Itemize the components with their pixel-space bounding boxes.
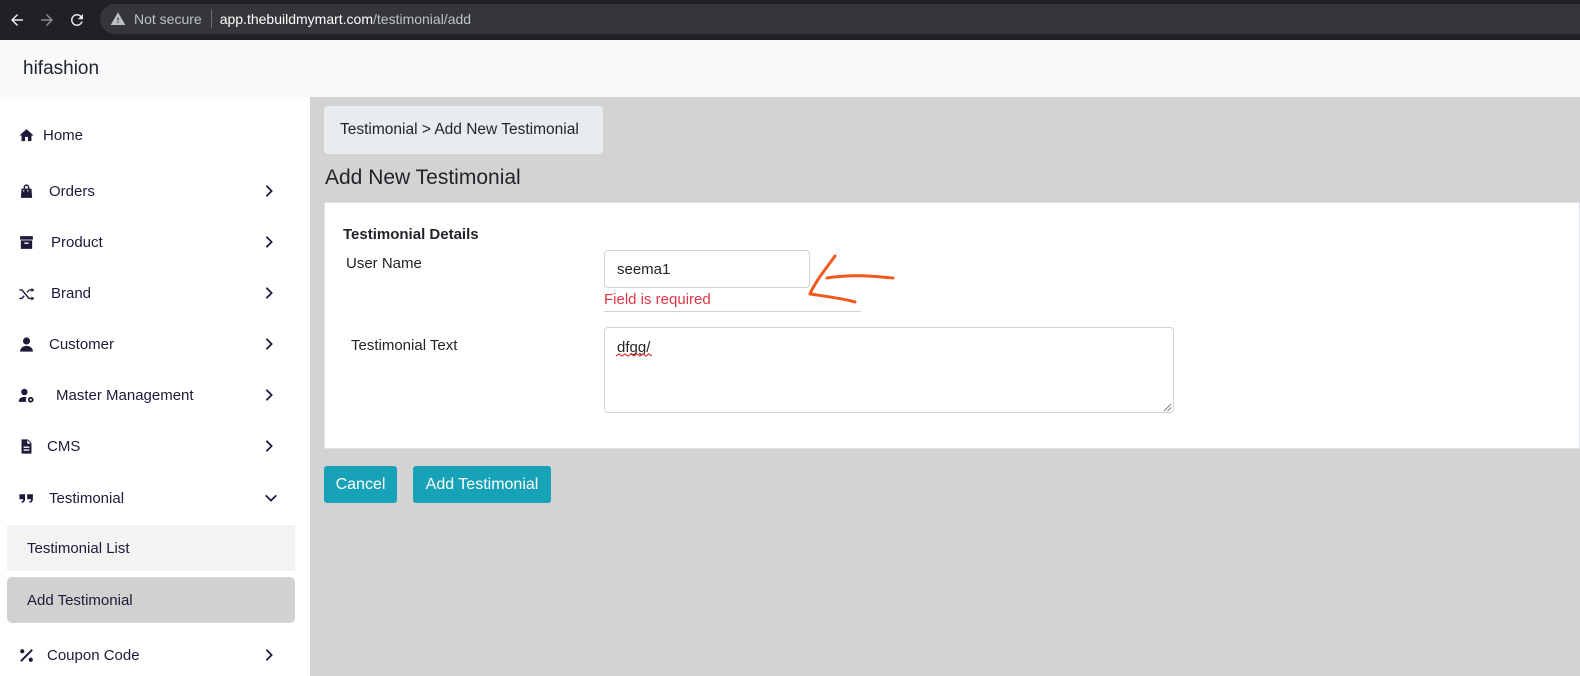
browser-toolbar: Not secure app.thebuildmymart.com /testi… — [0, 0, 1580, 40]
user-name-input[interactable] — [604, 250, 810, 288]
user-name-label: User Name — [346, 255, 422, 272]
user-icon — [17, 335, 35, 353]
shopping-bag-icon — [17, 182, 35, 200]
spellcheck-underline — [616, 353, 652, 357]
app-header: hifashion — [0, 40, 1580, 97]
address-bar[interactable]: Not secure app.thebuildmymart.com /testi… — [100, 4, 1580, 34]
sidebar-item-customer[interactable]: Customer — [0, 324, 300, 364]
sidebar-item-testimonial[interactable]: Testimonial — [0, 478, 300, 518]
page-title: Add New Testimonial — [325, 166, 521, 189]
sidebar-item-label: Home — [43, 126, 84, 144]
add-testimonial-button[interactable]: Add Testimonial — [413, 466, 551, 503]
sidebar-item-brand[interactable]: Brand — [0, 273, 300, 313]
url-path: /testimonial/add — [373, 11, 472, 27]
chevron-down-icon — [264, 491, 278, 505]
arrow-left-icon — [11, 14, 23, 26]
reload-button[interactable] — [64, 7, 90, 33]
sidebar-item-label: CMS — [47, 437, 81, 455]
reload-icon — [70, 13, 83, 26]
chevron-right-icon — [262, 184, 276, 198]
chevron-right-icon — [262, 439, 276, 453]
sidebar: Home Orders Product Brand Customer Maste… — [0, 97, 310, 676]
warning-icon — [110, 12, 126, 25]
url-host: app.thebuildmymart.com — [219, 11, 373, 27]
quote-icon — [17, 489, 35, 507]
sidebar-item-coupon-code[interactable]: Coupon Code — [0, 635, 300, 675]
user-cog-icon — [17, 386, 35, 404]
file-icon — [17, 437, 35, 455]
home-icon — [17, 126, 35, 144]
chevron-right-icon — [262, 388, 276, 402]
brand-name[interactable]: hifashion — [23, 58, 99, 80]
testimonial-form-card: Testimonial Details User Name Field is r… — [324, 202, 1580, 449]
section-title: Testimonial Details — [343, 226, 479, 243]
security-label: Not secure — [134, 11, 202, 27]
sidebar-item-cms[interactable]: CMS — [0, 426, 300, 466]
sidebar-item-label: Product — [51, 233, 103, 251]
shuffle-icon — [17, 284, 35, 302]
chevron-right-icon — [262, 286, 276, 300]
testimonial-text-input[interactable]: dfgg/ — [604, 327, 1174, 413]
testimonial-text-label: Testimonial Text — [351, 337, 458, 354]
back-button[interactable] — [4, 7, 30, 33]
cancel-button[interactable]: Cancel — [324, 466, 397, 503]
url-divider — [210, 10, 212, 28]
sidebar-item-label: Coupon Code — [47, 646, 140, 664]
breadcrumb[interactable]: Testimonial > Add New Testimonial — [324, 106, 603, 154]
percent-icon — [17, 646, 35, 664]
sidebar-item-label: Testimonial — [49, 489, 125, 507]
sidebar-subitem-add-testimonial[interactable]: Add Testimonial — [7, 577, 295, 623]
sidebar-item-label: Orders — [49, 182, 95, 200]
sidebar-subitem-testimonial-list[interactable]: Testimonial List — [7, 525, 295, 571]
resize-grip-icon[interactable] — [1163, 403, 1172, 412]
chevron-right-icon — [262, 648, 276, 662]
user-name-error: Field is required — [604, 291, 711, 308]
sidebar-item-label: Master Management — [56, 386, 194, 404]
forward-button[interactable] — [34, 7, 60, 33]
chevron-right-icon — [262, 337, 276, 351]
archive-icon — [17, 233, 35, 251]
annotation-arrow-icon — [808, 254, 895, 304]
sidebar-item-orders[interactable]: Orders — [0, 171, 300, 211]
arrow-right-icon — [41, 14, 53, 26]
sidebar-item-product[interactable]: Product — [0, 222, 300, 262]
sidebar-item-master-management[interactable]: Master Management — [0, 375, 300, 415]
sidebar-item-label: Customer — [49, 335, 115, 353]
sidebar-item-home[interactable]: Home — [0, 115, 300, 155]
error-underline — [604, 311, 861, 312]
sidebar-item-label: Brand — [51, 284, 92, 302]
chevron-right-icon — [262, 235, 276, 249]
